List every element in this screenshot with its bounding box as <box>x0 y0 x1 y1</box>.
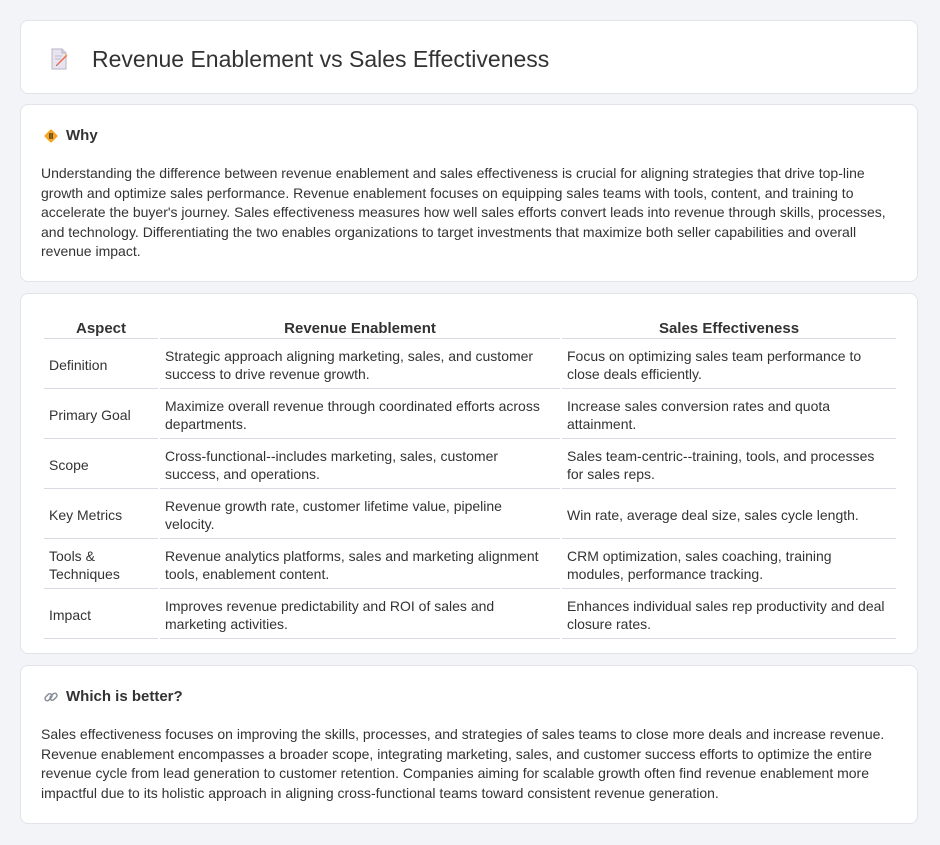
why-heading: Why <box>66 127 98 144</box>
table-header-row: Aspect Revenue Enablement Sales Effectiv… <box>44 318 896 339</box>
comparison-section: Aspect Revenue Enablement Sales Effectiv… <box>20 293 918 654</box>
sales-effectiveness-cell: Sales team-centric--training, tools, and… <box>562 441 896 489</box>
sales-effectiveness-cell: Win rate, average deal size, sales cycle… <box>562 491 896 539</box>
column-header-aspect: Aspect <box>44 318 158 339</box>
revenue-enablement-cell: Cross-functional--includes marketing, sa… <box>160 441 560 489</box>
table-row: Scope Cross-functional--includes marketi… <box>44 441 896 489</box>
table-row: Tools & Techniques Revenue analytics pla… <box>44 541 896 589</box>
why-section: Why Understanding the difference between… <box>20 104 918 282</box>
aspect-cell: Impact <box>44 591 158 639</box>
why-body: Understanding the difference between rev… <box>41 165 886 260</box>
which-is-better-body: Sales effectiveness focuses on improving… <box>41 726 885 801</box>
revenue-enablement-cell: Maximize overall revenue through coordin… <box>160 391 560 439</box>
which-is-better-header: Which is better? <box>43 688 183 706</box>
aspect-cell: Scope <box>44 441 158 489</box>
column-header-sales-effectiveness: Sales Effectiveness <box>562 318 896 339</box>
header-card: Revenue Enablement vs Sales Effectivenes… <box>20 20 918 94</box>
table-row: Impact Improves revenue predictability a… <box>44 591 896 639</box>
sales-effectiveness-cell: CRM optimization, sales coaching, traini… <box>562 541 896 589</box>
aspect-cell: Definition <box>44 341 158 389</box>
sales-effectiveness-cell: Increase sales conversion rates and quot… <box>562 391 896 439</box>
revenue-enablement-cell: Strategic approach aligning marketing, s… <box>160 341 560 389</box>
revenue-enablement-cell: Revenue growth rate, customer lifetime v… <box>160 491 560 539</box>
page-title: Revenue Enablement vs Sales Effectivenes… <box>92 46 550 72</box>
revenue-enablement-cell: Improves revenue predictability and ROI … <box>160 591 560 639</box>
table-row: Primary Goal Maximize overall revenue th… <box>44 391 896 439</box>
which-is-better-heading: Which is better? <box>66 688 183 705</box>
why-header: Why <box>43 127 98 145</box>
diamond-sign-icon <box>44 129 58 143</box>
aspect-cell: Primary Goal <box>44 391 158 439</box>
sales-effectiveness-cell: Focus on optimizing sales team performan… <box>562 341 896 389</box>
table-row: Key Metrics Revenue growth rate, custome… <box>44 491 896 539</box>
document-pencil-icon <box>51 48 68 70</box>
sales-effectiveness-cell: Enhances individual sales rep productivi… <box>562 591 896 639</box>
table-row: Definition Strategic approach aligning m… <box>44 341 896 389</box>
link-icon <box>44 692 58 702</box>
revenue-enablement-cell: Revenue analytics platforms, sales and m… <box>160 541 560 589</box>
column-header-revenue-enablement: Revenue Enablement <box>160 318 560 339</box>
aspect-cell: Tools & Techniques <box>44 541 158 589</box>
aspect-cell: Key Metrics <box>44 491 158 539</box>
which-is-better-section: Which is better? Sales effectiveness foc… <box>20 665 918 824</box>
comparison-table: Aspect Revenue Enablement Sales Effectiv… <box>42 316 898 641</box>
